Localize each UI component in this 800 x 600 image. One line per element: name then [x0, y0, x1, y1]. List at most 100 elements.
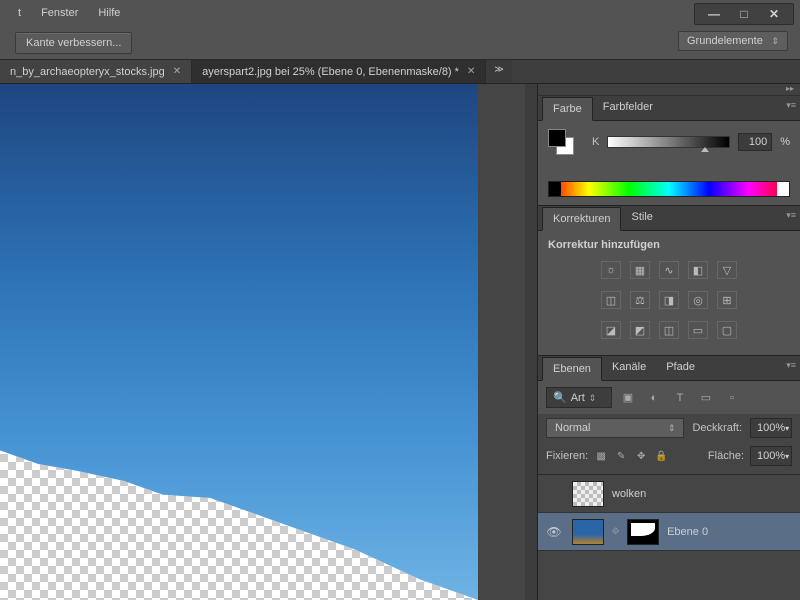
- layer-name[interactable]: wolken: [612, 488, 794, 500]
- canvas-area[interactable]: [0, 84, 537, 600]
- adjustments-panel: Korrektur hinzufügen ☼ ▦ ∿ ◧ ▽ ◫ ⚖ ◨ ◎ ⊞…: [538, 231, 800, 356]
- channel-mixer-icon[interactable]: ⊞: [717, 291, 737, 309]
- color-spectrum[interactable]: [548, 181, 790, 197]
- layer-filter-label: Art: [571, 392, 585, 404]
- window-controls: — □ ✕: [694, 3, 794, 25]
- opacity-value: 100%: [757, 422, 785, 434]
- panel-collapse-bar[interactable]: ▸▸: [538, 84, 800, 96]
- document-tab-2-label: ayerspart2.jpg bei 25% (Ebene 0, Ebenenm…: [202, 66, 459, 78]
- layer-name[interactable]: Ebene 0: [667, 526, 794, 538]
- refine-edge-button[interactable]: Kante verbessern...: [15, 32, 132, 54]
- image-content: [0, 84, 478, 600]
- visibility-toggle[interactable]: 👁: [544, 525, 564, 539]
- filter-smart-icon[interactable]: ▫: [722, 389, 742, 407]
- lock-pixels-icon[interactable]: ✎: [614, 449, 628, 463]
- foreground-swatch[interactable]: [548, 129, 566, 147]
- panel-menu-icon[interactable]: ▾≡: [786, 100, 796, 111]
- photo-filter-icon[interactable]: ◎: [688, 291, 708, 309]
- exposure-icon[interactable]: ◧: [688, 261, 708, 279]
- opacity-label: Deckkraft:: [692, 422, 742, 434]
- vertical-scrollbar[interactable]: [525, 84, 537, 600]
- hue-icon[interactable]: ◫: [601, 291, 621, 309]
- menu-bar: t Fenster Hilfe — □ ✕: [0, 0, 800, 26]
- document-canvas[interactable]: [0, 84, 525, 600]
- document-tab-1-label: n_by_archaeopteryx_stocks.jpg: [10, 66, 165, 78]
- link-icon[interactable]: ⟐: [612, 526, 619, 537]
- close-icon[interactable]: ✕: [467, 66, 475, 77]
- layer-thumbnail[interactable]: [572, 481, 604, 507]
- color-swatches[interactable]: [548, 129, 574, 155]
- panel-column: ▸▸ Farbe Farbfelder ▾≡ K 100 % Korrektur…: [537, 84, 800, 600]
- chevron-updown-icon: [771, 35, 779, 47]
- options-bar: Kante verbessern... Grundelemente: [0, 26, 800, 60]
- lock-position-icon[interactable]: ✥: [634, 449, 648, 463]
- layers-lock-row: Fixieren: ▩ ✎ ✥ 🔒 Fläche: 100%▾: [538, 442, 800, 475]
- transparency-region: [0, 430, 478, 600]
- color-panel: K 100 %: [538, 121, 800, 206]
- layer-filter-kind[interactable]: 🔍 Art: [546, 387, 612, 408]
- tab-kanale[interactable]: Kanäle: [602, 356, 656, 380]
- gradient-map-icon[interactable]: ▭: [688, 321, 708, 339]
- percent-label: %: [780, 136, 790, 148]
- menu-hilfe[interactable]: Hilfe: [88, 3, 130, 23]
- slider-handle-icon[interactable]: [701, 147, 709, 152]
- tab-korrekturen[interactable]: Korrekturen: [542, 207, 621, 231]
- panel-menu-icon[interactable]: ▾≡: [786, 360, 796, 371]
- lock-transparency-icon[interactable]: ▩: [594, 449, 608, 463]
- lock-all-icon[interactable]: 🔒: [654, 449, 668, 463]
- document-tab-1[interactable]: n_by_archaeopteryx_stocks.jpg ✕: [0, 60, 192, 83]
- threshold-icon[interactable]: ◫: [659, 321, 679, 339]
- maximize-button[interactable]: □: [735, 7, 753, 21]
- layer-mask-thumbnail[interactable]: [627, 519, 659, 545]
- adjustments-row-2: ◫ ⚖ ◨ ◎ ⊞: [538, 285, 800, 315]
- adjustments-row-3: ◪ ◩ ◫ ▭ ▢: [538, 315, 800, 345]
- fill-input[interactable]: 100%▾: [750, 446, 792, 466]
- adjustments-panel-tabs: Korrekturen Stile ▾≡: [538, 206, 800, 231]
- adjustments-hint: Korrektur hinzufügen: [538, 237, 800, 255]
- layers-blend-row: Normal Deckkraft: 100%▾: [538, 414, 800, 442]
- vibrance-icon[interactable]: ▽: [717, 261, 737, 279]
- layer-thumbnail[interactable]: [572, 519, 604, 545]
- tab-stile[interactable]: Stile: [621, 206, 662, 230]
- tab-pfade[interactable]: Pfade: [656, 356, 705, 380]
- fill-label: Fläche:: [708, 450, 744, 462]
- levels-icon[interactable]: ▦: [630, 261, 650, 279]
- document-tab-bar: n_by_archaeopteryx_stocks.jpg ✕ ayerspar…: [0, 60, 800, 84]
- tab-ebenen[interactable]: Ebenen: [542, 357, 602, 381]
- invert-icon[interactable]: ◪: [601, 321, 621, 339]
- menu-t[interactable]: t: [8, 3, 31, 23]
- color-panel-tabs: Farbe Farbfelder ▾≡: [538, 96, 800, 121]
- fill-value: 100%: [757, 450, 785, 462]
- posterize-icon[interactable]: ◩: [630, 321, 650, 339]
- curves-icon[interactable]: ∿: [659, 261, 679, 279]
- close-button[interactable]: ✕: [765, 7, 783, 21]
- menu-fenster[interactable]: Fenster: [31, 3, 88, 23]
- blend-mode-select[interactable]: Normal: [546, 418, 684, 438]
- layer-row[interactable]: 👁 ⟐ Ebene 0: [538, 513, 800, 551]
- filter-shape-icon[interactable]: ▭: [696, 389, 716, 407]
- minimize-button[interactable]: —: [705, 7, 723, 21]
- selective-color-icon[interactable]: ▢: [717, 321, 737, 339]
- brightness-icon[interactable]: ☼: [601, 261, 621, 279]
- filter-pixel-icon[interactable]: ▣: [618, 389, 638, 407]
- k-slider[interactable]: [607, 136, 730, 148]
- opacity-input[interactable]: 100%▾: [750, 418, 792, 438]
- balance-icon[interactable]: ⚖: [630, 291, 650, 309]
- adjustments-row-1: ☼ ▦ ∿ ◧ ▽: [538, 255, 800, 285]
- workspace-switcher[interactable]: Grundelemente: [678, 31, 788, 51]
- layer-row[interactable]: wolken: [538, 475, 800, 513]
- layer-list: wolken 👁 ⟐ Ebene 0: [538, 475, 800, 551]
- filter-adjustment-icon[interactable]: ◐: [644, 389, 664, 407]
- close-icon[interactable]: ✕: [173, 66, 181, 77]
- bw-icon[interactable]: ◨: [659, 291, 679, 309]
- tab-farbfelder[interactable]: Farbfelder: [593, 96, 663, 120]
- filter-type-icon[interactable]: T: [670, 389, 690, 407]
- lock-label: Fixieren:: [546, 450, 588, 462]
- more-tabs-button[interactable]: ≫: [486, 60, 511, 83]
- document-tab-2[interactable]: ayerspart2.jpg bei 25% (Ebene 0, Ebenenm…: [192, 60, 486, 83]
- k-value-input[interactable]: 100: [738, 133, 772, 151]
- panel-menu-icon[interactable]: ▾≡: [786, 210, 796, 221]
- tab-farbe[interactable]: Farbe: [542, 97, 593, 121]
- chevron-updown-icon: [668, 422, 676, 434]
- k-label: K: [592, 136, 599, 148]
